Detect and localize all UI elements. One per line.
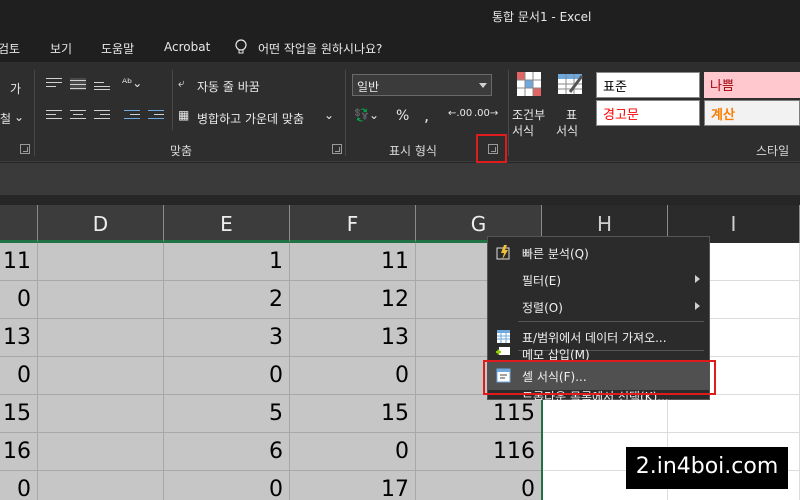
align-right-icon[interactable] xyxy=(94,110,110,122)
group-label-number: 표시 형식 xyxy=(389,144,437,158)
conditional-formatting-icon xyxy=(517,72,541,96)
align-middle-icon[interactable] xyxy=(70,78,86,90)
menu-review[interactable]: 검토 xyxy=(0,40,20,57)
number-format-select[interactable]: 일반 xyxy=(352,74,492,96)
style-warning[interactable]: 경고문 xyxy=(596,100,700,126)
table-cell[interactable] xyxy=(668,395,800,433)
table-cell[interactable] xyxy=(542,395,668,433)
format-as-table-label-2: 서식 xyxy=(556,124,579,138)
format-as-table-button[interactable]: 표 xyxy=(566,106,577,123)
column-header-e[interactable]: E xyxy=(164,205,290,243)
alignment-launcher-icon[interactable] xyxy=(332,144,342,154)
decrease-indent-icon[interactable] xyxy=(124,110,140,122)
tell-me-search[interactable]: 어떤 작업을 원하시나요? xyxy=(258,40,382,57)
submenu-arrow-icon xyxy=(695,275,700,283)
comma-style-button[interactable]: , xyxy=(424,106,429,125)
ribbon: 가 철 ⌄ ᴬᵇ⌄ ⤶ 자동 줄 바꿈 ▦ 병합하고 가운데 맞춤 ⌄ 맞춤 일… xyxy=(0,62,800,163)
increase-decimal-icon[interactable]: ←.00 xyxy=(448,108,472,119)
comment-icon xyxy=(496,347,510,355)
align-top-icon[interactable] xyxy=(46,78,62,90)
accounting-format-icon[interactable]: 💱⌄ xyxy=(354,108,379,122)
percent-style-button[interactable]: % xyxy=(396,108,409,124)
submenu-arrow-icon xyxy=(695,302,700,310)
font-size-fragment[interactable]: 가 xyxy=(10,80,21,97)
window-title: 통합 문서1 - Excel xyxy=(492,10,592,24)
ctx-filter[interactable]: 필터(E) xyxy=(488,266,709,293)
wrap-text-button[interactable]: 자동 줄 바꿈 xyxy=(197,78,260,95)
ctx-quick-analysis[interactable]: 빠른 분석(Q) xyxy=(488,239,709,266)
format-as-table-icon xyxy=(558,74,584,94)
quick-analysis-icon xyxy=(496,245,510,260)
merge-center-button[interactable]: 병합하고 가운데 맞춤 xyxy=(197,110,304,127)
highlight-format-cells-frame xyxy=(483,360,716,395)
column-header-c[interactable] xyxy=(0,205,38,243)
column-header-d[interactable]: D xyxy=(38,205,164,243)
align-center-icon[interactable] xyxy=(70,110,86,122)
font-format-fragment[interactable]: 철 xyxy=(0,110,11,127)
formula-bar[interactable] xyxy=(0,163,800,195)
font-launcher-icon[interactable] xyxy=(20,144,30,154)
menu-acrobat[interactable]: Acrobat xyxy=(164,40,210,54)
increase-indent-icon[interactable] xyxy=(148,110,164,122)
style-normal[interactable]: 표준 xyxy=(596,72,700,98)
wrap-text-icon: ⤶ xyxy=(178,76,185,90)
conditional-formatting-label-2: 서식 xyxy=(512,124,535,138)
title-bar: 통합 문서1 - Excel xyxy=(0,0,800,34)
align-left-icon[interactable] xyxy=(46,110,62,122)
watermark: 2.in4boi.com xyxy=(626,447,788,489)
highlight-launcher-frame xyxy=(476,134,507,163)
merge-dropdown-icon[interactable]: ⌄ xyxy=(324,108,334,122)
menu-bar: 검토 보기 도움말 Acrobat 어떤 작업을 원하시나요? xyxy=(0,34,800,62)
chevron-down-icon xyxy=(479,83,487,88)
style-calculation[interactable]: 계산 xyxy=(704,100,800,126)
decrease-decimal-icon[interactable]: .00→ xyxy=(474,108,498,119)
group-label-styles: 스타일 xyxy=(756,144,790,158)
excel-window: 통합 문서1 - Excel 검토 보기 도움말 Acrobat 어떤 작업을 … xyxy=(0,0,800,500)
dropdown-chevron-icon: ⌄ xyxy=(14,110,25,124)
lightbulb-icon xyxy=(235,39,247,54)
menu-help[interactable]: 도움말 xyxy=(101,40,134,57)
align-bottom-icon[interactable] xyxy=(94,78,110,90)
menu-view[interactable]: 보기 xyxy=(50,40,72,57)
column-header-f[interactable]: F xyxy=(290,205,416,243)
conditional-formatting-button[interactable]: 조건부 xyxy=(512,106,545,123)
orientation-icon[interactable]: ᴬᵇ⌄ xyxy=(122,76,142,90)
style-bad[interactable]: 나쁨 xyxy=(704,72,800,98)
group-label-alignment: 맞춤 xyxy=(170,144,193,158)
ctx-sort[interactable]: 정렬(O) xyxy=(488,293,709,320)
merge-center-icon: ▦ xyxy=(178,108,190,122)
selection-border xyxy=(0,243,543,500)
